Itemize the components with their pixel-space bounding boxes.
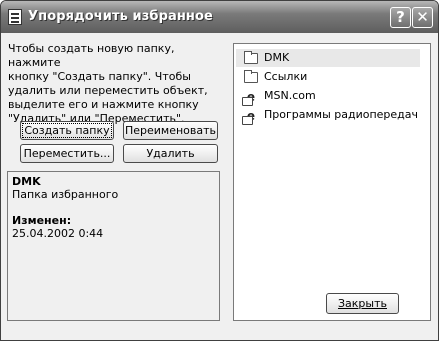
close-button-label: Закрыть	[338, 297, 387, 310]
list-item-msn[interactable]: e MSN.com	[236, 87, 420, 106]
ie-link-icon: e	[242, 90, 258, 106]
list-item-label: Ссылки	[264, 70, 308, 83]
list-item-label: Программы радиопередач	[264, 108, 419, 121]
list-item-label: MSN.com	[264, 89, 316, 102]
window-title: Упорядочить избранное	[28, 9, 213, 24]
close-button[interactable]: Закрыть	[326, 293, 399, 314]
move-button[interactable]: Переместить...	[20, 144, 114, 163]
rename-button[interactable]: Переименовать	[123, 121, 218, 140]
list-item-radio-programs[interactable]: e Программы радиопередач	[236, 106, 420, 125]
favorites-app-icon	[8, 9, 22, 25]
instructions-line: выделите его и нажмите кнопку	[8, 98, 199, 111]
create-folder-button[interactable]: Создать папку	[20, 121, 114, 140]
favorites-list[interactable]: DMK Ссылки e MSN.com e Программы радиопе…	[233, 43, 431, 321]
delete-button[interactable]: Удалить	[123, 144, 218, 163]
dialog-body: Чтобы создать новую папку, нажмите кнопк…	[4, 33, 435, 337]
organize-favorites-dialog: Упорядочить избранное ? ✕ Чтобы создать …	[0, 0, 439, 341]
instructions-line: Чтобы создать новую папку, нажмите	[8, 42, 175, 69]
folder-icon	[244, 51, 258, 64]
list-item-links[interactable]: Ссылки	[236, 68, 420, 86]
item-details-panel: DMK Папка избранного Изменен: 25.04.2002…	[7, 171, 220, 321]
modified-label: Изменен:	[12, 214, 72, 227]
list-item-dmk[interactable]: DMK	[236, 49, 420, 67]
create-folder-label: Создать папку	[22, 123, 112, 138]
instructions-text: Чтобы создать новую папку, нажмите кнопк…	[8, 42, 223, 126]
instructions-line: кнопку "Создать папку". Чтобы	[8, 70, 191, 83]
list-item-label: DMK	[264, 51, 290, 64]
folder-icon	[244, 70, 258, 83]
modified-value: 25.04.2002 0:44	[12, 227, 104, 240]
details-spacer	[12, 201, 215, 214]
help-button[interactable]: ?	[390, 7, 411, 28]
item-name: DMK	[12, 175, 41, 188]
close-window-button[interactable]: ✕	[412, 7, 433, 28]
instructions-line: удалить или переместить объект,	[8, 84, 208, 97]
item-type: Папка избранного	[12, 188, 119, 201]
title-bar[interactable]: Упорядочить избранное ? ✕	[1, 1, 438, 33]
ie-link-icon: e	[242, 109, 258, 125]
